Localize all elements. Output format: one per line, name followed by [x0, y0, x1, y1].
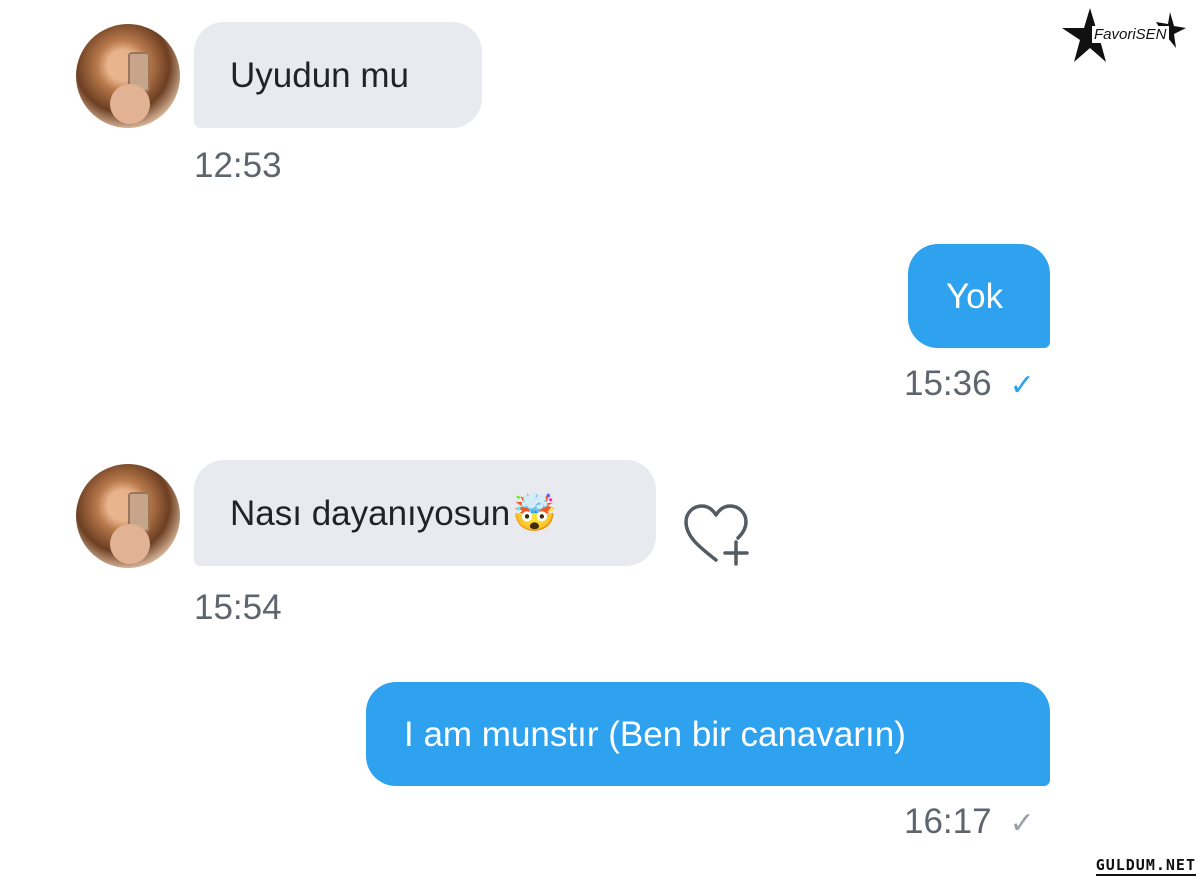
check-icon: ✓ — [1009, 369, 1035, 402]
exploding-head-emoji: 🤯 — [512, 492, 557, 533]
watermark-footer: GULDUM.NET — [1095, 856, 1196, 876]
message-status-row: 15:36 ✓ — [904, 364, 1035, 404]
contact-avatar[interactable] — [76, 464, 180, 568]
check-icon: ✓ — [1009, 807, 1035, 840]
watermark-logo: FavoriSEN — [1060, 6, 1188, 66]
message-text: I am munstır (Ben bir canavarın) — [404, 714, 906, 754]
message-text: Uyudun mu — [230, 55, 409, 95]
message-status-row: 16:17 ✓ — [904, 802, 1035, 842]
incoming-message-bubble[interactable]: Uyudun mu — [194, 22, 482, 128]
avatar-photo-detail — [110, 84, 150, 124]
outgoing-message-bubble[interactable]: Yok — [908, 244, 1050, 348]
avatar-photo-detail — [110, 524, 150, 564]
message-text: Yok — [946, 276, 1004, 316]
message-timestamp: 12:53 — [194, 146, 282, 185]
watermark-text: FavoriSEN — [1092, 26, 1169, 43]
heart-plus-icon[interactable] — [680, 502, 752, 568]
message-text: Nası dayanıyosun — [230, 493, 511, 533]
message-timestamp: 15:36 — [904, 364, 992, 403]
contact-avatar[interactable] — [76, 24, 180, 128]
incoming-message-bubble[interactable]: Nası dayanıyosun 🤯 — [194, 460, 656, 566]
outgoing-message-bubble[interactable]: I am munstır (Ben bir canavarın) — [366, 682, 1050, 786]
message-timestamp: 15:54 — [194, 588, 282, 627]
message-timestamp: 16:17 — [904, 802, 992, 841]
